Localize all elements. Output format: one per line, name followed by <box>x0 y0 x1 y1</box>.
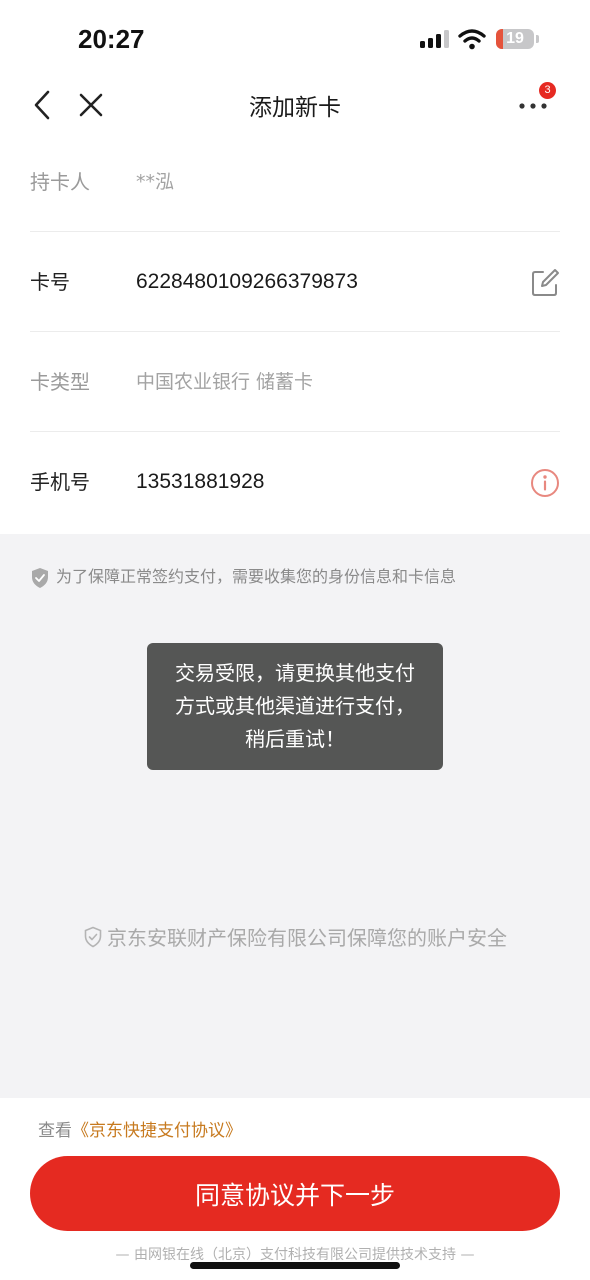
signal-icon <box>420 30 449 48</box>
cardholder-label: 持卡人 <box>30 170 90 194</box>
toast-line: 交易受限，请更换其他支付 <box>175 661 415 685</box>
agreement-link[interactable]: 《京东快捷支付协议》 <box>72 1121 242 1141</box>
card-type-row: 卡类型 中国农业银行 储蓄卡 <box>30 332 560 432</box>
cardholder-value: **泓 <box>136 171 175 193</box>
card-type-value: 中国农业银行 储蓄卡 <box>136 371 314 393</box>
agree-next-button[interactable]: 同意协议并下一步 <box>30 1156 560 1231</box>
wifi-icon <box>458 29 486 50</box>
phone-label: 手机号 <box>30 470 90 494</box>
agreement-prefix: 查看 <box>38 1121 72 1141</box>
card-form: 持卡人 **泓 卡号 6228480109266379873 卡类型 中国农业银… <box>0 132 590 534</box>
notification-badge: 3 <box>539 82 556 99</box>
card-number-label: 卡号 <box>30 270 70 294</box>
toast-line: 方式或其他渠道进行支付， <box>175 694 415 718</box>
shield-check-icon <box>84 926 102 947</box>
battery-icon: 19 <box>496 29 534 49</box>
info-icon[interactable] <box>530 468 560 498</box>
cardholder-row: 持卡人 **泓 <box>30 132 560 232</box>
battery-level: 19 <box>506 30 524 47</box>
agreement-line: 查看《京东快捷支付协议》 <box>38 1116 242 1141</box>
shield-icon <box>32 568 48 588</box>
card-number-field[interactable]: 6228480109266379873 <box>136 232 358 332</box>
privacy-notice-text: 为了保障正常签约支付，需要收集您的身份信息和卡信息 <box>56 567 457 586</box>
status-time: 20:27 <box>78 24 145 54</box>
card-number-row: 卡号 6228480109266379873 <box>30 232 560 332</box>
card-type-label: 卡类型 <box>30 370 90 394</box>
insurance-notice: 京东安联财产保险有限公司保障您的账户安全 <box>0 922 590 952</box>
phone-field[interactable]: 13531881928 <box>136 432 264 532</box>
phone-row: 手机号 13531881928 <box>30 432 560 532</box>
toast-line: 稍后重试！ <box>245 727 345 751</box>
edit-icon[interactable] <box>530 268 560 298</box>
bottom-panel: 查看《京东快捷支付协议》 同意协议并下一步 — 由网银在线（北京）支付科技有限公… <box>0 1098 590 1280</box>
nav-bar: 添加新卡 3 <box>0 78 590 132</box>
page-title: 添加新卡 <box>249 95 341 121</box>
privacy-notice: 为了保障正常签约支付，需要收集您的身份信息和卡信息 <box>30 566 570 590</box>
error-toast: 交易受限，请更换其他支付 方式或其他渠道进行支付， 稍后重试！ <box>147 643 443 770</box>
home-indicator[interactable] <box>190 1262 400 1269</box>
status-bar: 20:27 19 <box>0 0 590 78</box>
provider-text: — 由网银在线（北京）支付科技有限公司提供技术支持 — <box>115 1247 475 1263</box>
battery-tip <box>536 35 539 43</box>
insurance-text: 京东安联财产保险有限公司保障您的账户安全 <box>107 926 507 950</box>
